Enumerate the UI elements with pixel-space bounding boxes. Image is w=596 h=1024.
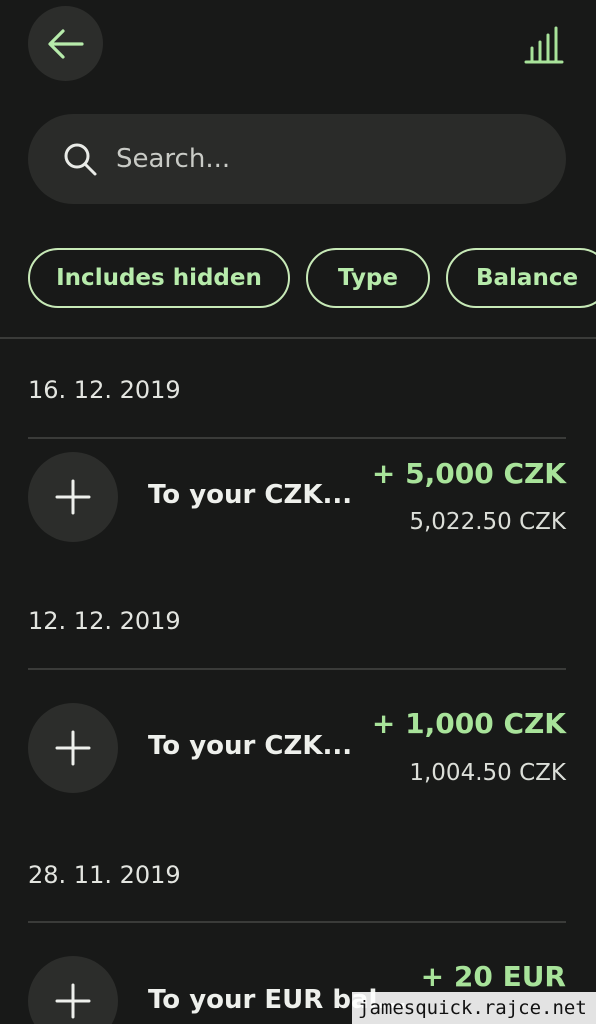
search-icon — [64, 143, 97, 176]
plus-icon — [55, 730, 91, 766]
divider — [28, 921, 566, 923]
date-heading: 12. 12. 2019 — [28, 607, 181, 635]
transaction-balance: 5,022.50 CZK — [409, 509, 566, 535]
transaction-icon — [28, 703, 118, 793]
divider — [28, 437, 566, 439]
transaction-icon — [28, 452, 118, 542]
header-divider — [0, 337, 596, 339]
watermark: jamesquick.rajce.net — [352, 992, 596, 1024]
filter-chip-balance[interactable]: Balance — [446, 248, 596, 308]
bar-chart-icon — [524, 26, 564, 64]
filter-chip-includes-hidden[interactable]: Includes hidden — [28, 248, 290, 308]
transaction-balance: 1,004.50 CZK — [409, 760, 566, 786]
transaction-amount: + 20 EUR — [420, 960, 566, 993]
filter-chip-type[interactable]: Type — [306, 248, 430, 308]
transactions-screen: Includes hidden Type Balance 16. 12. 201… — [0, 0, 596, 1024]
search-input[interactable] — [116, 144, 566, 174]
transaction-amount: + 5,000 CZK — [371, 457, 566, 490]
transaction-amount: + 1,000 CZK — [371, 707, 566, 740]
transaction-title: To your CZK... — [148, 480, 353, 510]
divider — [28, 668, 566, 670]
date-heading: 16. 12. 2019 — [28, 376, 181, 404]
back-button[interactable] — [28, 6, 103, 81]
filter-chips: Includes hidden Type Balance — [28, 248, 596, 308]
date-heading: 28. 11. 2019 — [28, 861, 181, 889]
plus-icon — [55, 983, 91, 1019]
statistics-button[interactable] — [522, 22, 566, 66]
transaction-title: To your CZK... — [148, 731, 353, 761]
search-bar[interactable] — [28, 114, 566, 204]
arrow-left-icon — [47, 28, 84, 59]
transaction-icon — [28, 956, 118, 1024]
plus-icon — [55, 479, 91, 515]
